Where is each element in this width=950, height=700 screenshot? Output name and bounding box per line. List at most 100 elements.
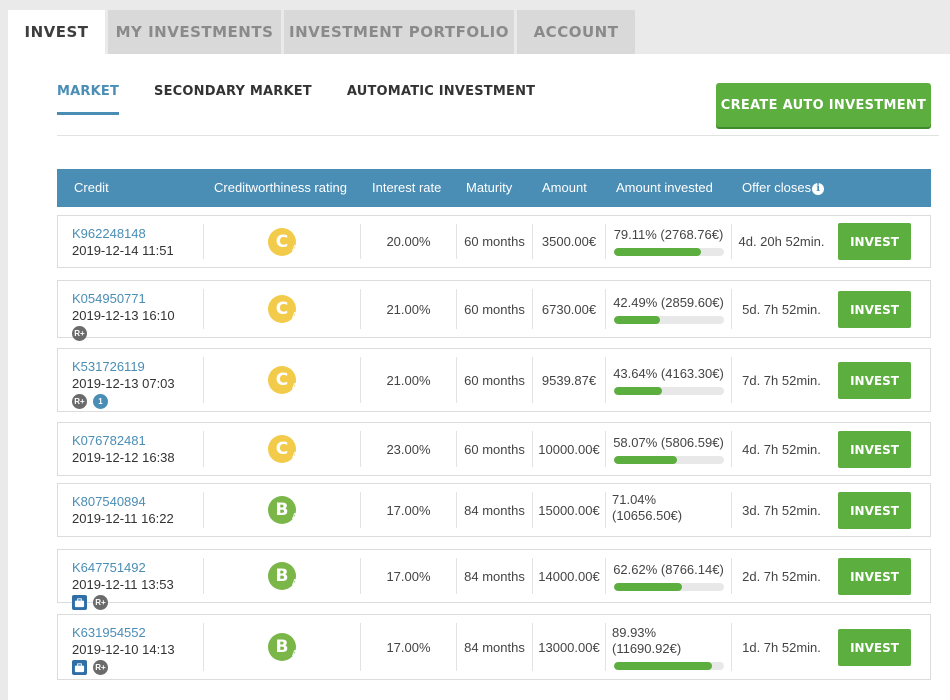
tab-investment-portfolio[interactable]: INVESTMENT PORTFOLIO: [284, 10, 514, 54]
rating-letter: C: [275, 231, 289, 252]
invest-button[interactable]: INVEST: [838, 431, 911, 468]
credit-id-link[interactable]: K807540894: [72, 494, 174, 510]
amount-cell: 6730.00€: [532, 289, 605, 329]
maturity-cell: 84 months: [456, 492, 532, 528]
invest-button[interactable]: INVEST: [838, 629, 911, 666]
rating-badge: C AI: [268, 366, 300, 394]
info-icon[interactable]: i: [812, 182, 825, 195]
progress-fill: [613, 248, 701, 256]
rating-badge: B AI: [268, 562, 300, 590]
invest-button[interactable]: INVEST: [838, 492, 911, 529]
briefcase-icon: [72, 595, 87, 610]
header-rating[interactable]: Creditworthiness rating: [214, 169, 347, 207]
rating-badge: C AI: [268, 435, 300, 463]
amount-cell: 13000.00€: [532, 623, 605, 671]
amount: 9539.87€: [541, 372, 597, 388]
maturity-cell: 60 months: [456, 357, 532, 403]
amount-cell: 3500.00€: [532, 224, 605, 259]
tab-account[interactable]: ACCOUNT: [517, 10, 635, 54]
progress-fill: [613, 386, 662, 395]
row-badges: R+: [72, 326, 175, 341]
rating-ai-label: AI: [292, 512, 300, 521]
header-interest[interactable]: Interest rate: [372, 169, 441, 207]
rating-cell: C AI: [203, 289, 360, 329]
rating-ai-label: AI: [292, 382, 300, 391]
progress-bar: [613, 582, 724, 591]
amount: 15000.00€: [538, 502, 600, 518]
interest-rate: 17.00%: [386, 568, 431, 584]
maturity: 60 months: [464, 372, 525, 388]
offer-closes: 3d. 7h 52min.: [742, 502, 821, 518]
credit-cell: K631954552 2019-12-10 14:13 R+: [72, 625, 175, 675]
maturity: 84 months: [464, 639, 525, 655]
create-auto-investment-button[interactable]: CREATE AUTO INVESTMENT: [716, 83, 931, 127]
amount-cell: 10000.00€: [532, 431, 605, 467]
maturity-cell: 84 months: [456, 623, 532, 671]
amount: 13000.00€: [538, 639, 600, 655]
table-row: K054950771 2019-12-13 16:10 R+ C AI 21.00% 60 …: [57, 280, 931, 341]
table-header: Credit Creditworthiness rating Interest …: [57, 169, 931, 207]
maturity: 60 months: [464, 234, 525, 249]
interest-cell: 17.00%: [360, 558, 456, 594]
interest-cell: 17.00%: [360, 492, 456, 528]
top-tabs: INVEST MY INVESTMENTS INVESTMENT PORTFOL…: [8, 10, 638, 54]
interest-cell: 17.00%: [360, 623, 456, 671]
credit-id-link[interactable]: K962248148: [72, 226, 174, 242]
header-amount[interactable]: Amount: [542, 169, 587, 207]
rating-cell: B AI: [203, 492, 360, 528]
r-plus-badge: R+: [72, 326, 87, 341]
tab-invest[interactable]: INVEST: [8, 10, 105, 54]
header-offer-closes[interactable]: Offer closes i: [742, 169, 825, 207]
tab-my-investments[interactable]: MY INVESTMENTS: [108, 10, 281, 54]
maturity: 84 months: [464, 568, 525, 584]
amount-invested: 89.93% (11690.92€): [612, 624, 682, 656]
amount-invested-cell: 62.62% (8766.14€): [605, 558, 731, 594]
credit-id-link[interactable]: K647751492: [72, 560, 174, 576]
amount-invested: 58.07% (5806.59€): [613, 434, 724, 450]
interest-cell: 23.00%: [360, 431, 456, 467]
credit-date: 2019-12-11 13:53: [72, 577, 174, 592]
row-badges: R+: [72, 660, 175, 675]
subtab-market[interactable]: MARKET: [57, 84, 120, 115]
interest-rate: 23.00%: [386, 441, 431, 457]
header-credit[interactable]: Credit: [74, 169, 109, 207]
rating-cell: C AI: [203, 431, 360, 467]
rating-letter: C: [275, 370, 289, 390]
credit-id-link[interactable]: K054950771: [72, 291, 175, 307]
amount-invested: 62.62% (8766.14€): [613, 561, 724, 577]
progress-bar: [613, 455, 724, 464]
header-maturity[interactable]: Maturity: [466, 169, 512, 207]
invest-button[interactable]: INVEST: [838, 223, 911, 260]
interest-cell: 21.00%: [360, 289, 456, 329]
credit-cell: K647751492 2019-12-11 13:53 R+: [72, 560, 174, 610]
amount: 14000.00€: [538, 568, 600, 584]
amount-invested: 71.04% (10656.50€): [612, 491, 683, 523]
invest-button[interactable]: INVEST: [838, 558, 911, 595]
interest-rate: 21.00%: [386, 301, 431, 317]
rating-badge: B AI: [268, 633, 300, 661]
offer-closes: 2d. 7h 52min.: [742, 568, 821, 584]
credit-id-link[interactable]: K076782481: [72, 433, 175, 449]
amount-cell: 9539.87€: [532, 357, 605, 403]
progress-fill: [613, 582, 683, 591]
row-badges: R+: [72, 595, 174, 610]
credit-cell: K807540894 2019-12-11 16:22: [72, 494, 174, 528]
invest-button[interactable]: INVEST: [838, 291, 911, 328]
credit-date: 2019-12-11 16:22: [72, 511, 174, 526]
credit-id-link[interactable]: K631954552: [72, 625, 175, 641]
interest-cell: 21.00%: [360, 357, 456, 403]
subtab-secondary-market[interactable]: SECONDARY MARKET: [154, 84, 312, 115]
maturity-cell: 84 months: [456, 558, 532, 594]
maturity: 84 months: [464, 502, 525, 518]
closes-cell: 5d. 7h 52min.: [731, 289, 831, 329]
subtab-automatic-investment[interactable]: AUTOMATIC INVESTMENT: [347, 84, 535, 115]
invest-button[interactable]: INVEST: [838, 362, 911, 399]
rating-ai-label: AI: [292, 311, 300, 320]
header-amount-invested[interactable]: Amount invested: [616, 169, 713, 207]
progress-fill: [613, 661, 713, 670]
r-plus-badge: R+: [93, 595, 108, 610]
credit-id-link[interactable]: K531726119: [72, 359, 175, 375]
table-row: K647751492 2019-12-11 13:53 R+ B AI 17.00% 84 …: [57, 549, 931, 610]
table-row: K531726119 2019-12-13 07:03 R+ 1 C AI 21.00% 60…: [57, 348, 931, 412]
rating-letter: C: [275, 439, 289, 459]
